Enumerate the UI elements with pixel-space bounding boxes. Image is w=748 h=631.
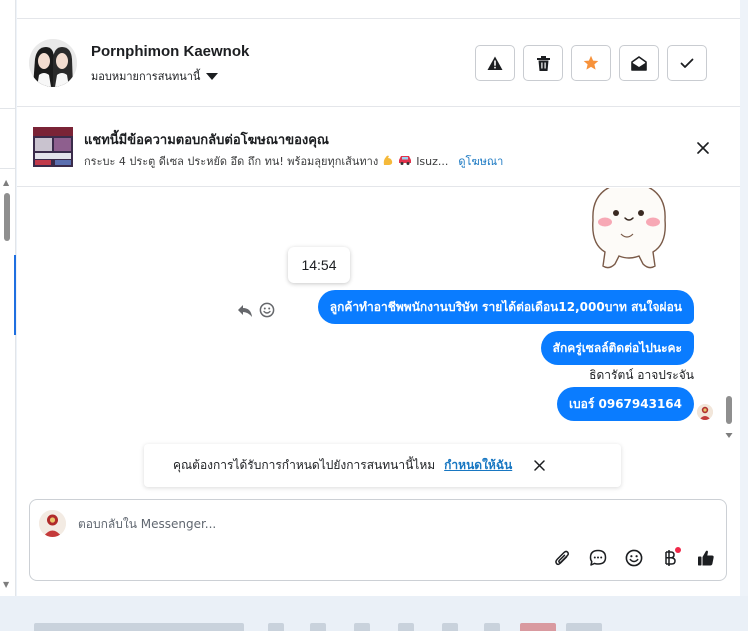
message-bubble[interactable]: เบอร์ 0967943164 [556,387,694,421]
taskbar-item[interactable] [520,623,556,631]
divider [0,108,16,109]
message-actions [237,302,275,322]
paperclip-icon [555,550,570,566]
trash-icon [536,55,550,71]
delete-button[interactable] [523,45,563,81]
assign-prompt: คุณต้องการได้รับการกำหนดไปยังการสนทนานี้… [144,444,621,487]
agent-avatar [39,510,66,537]
message-thread[interactable]: 14:54 ลูกค้าทำอาชีพพนักงานบริษัท รายได้ต… [17,188,740,495]
notification-dot [675,547,681,553]
assign-to-me-link[interactable]: กำหนดให้ฉัน [444,456,512,475]
taskbar-item[interactable] [268,623,284,631]
divider [0,168,16,169]
reply-composer [29,499,727,581]
payment-button[interactable] [657,545,683,571]
message-bubble[interactable]: สักครู่เซลล์ติดต่อไปนะคะ [540,331,694,365]
os-taskbar [0,596,748,631]
star-icon [583,55,599,70]
taskbar-item[interactable] [484,623,500,631]
timestamp-tooltip: 14:54 [288,247,350,283]
taskbar-item[interactable] [354,623,370,631]
close-banner-button[interactable] [693,138,713,158]
left-panel-edge: ▲ ▼ [0,0,16,596]
emoji-button[interactable] [621,545,647,571]
mark-unread-button[interactable] [619,45,659,81]
flexed-biceps-icon [382,154,394,169]
ad-title: แชทนี้มีข้อความตอบกลับต่อโฆษณาของคุณ [84,133,329,148]
saved-replies-button[interactable] [585,545,611,571]
check-icon [680,58,694,68]
contact-avatar[interactable] [29,39,77,87]
close-prompt-button[interactable] [530,457,548,475]
ad-reply-banner: แชทนี้มีข้อความตอบกลับต่อโฆษณาของคุณ กระ… [17,108,740,187]
sender-name: ธิดารัตน์ อาจประจัน [589,368,694,382]
done-button[interactable] [667,45,707,81]
conversation-panel: Pornphimon Kaewnok มอบหมายการสนทนานี้ แช… [17,0,740,596]
message-bubble[interactable]: ลูกค้าทำอาชีพพนักงานบริษัท รายได้ต่อเดือ… [317,290,694,324]
like-button[interactable] [693,545,719,571]
contact-name: Pornphimon Kaewnok [91,43,250,60]
taskbar-item[interactable] [310,623,326,631]
ad-description-tail: Isuz... [416,154,449,168]
ad-thumbnail[interactable] [33,127,73,167]
assign-conversation-dropdown[interactable]: มอบหมายการสนทนานี้ [91,67,219,85]
react-icon[interactable] [259,302,275,322]
selection-indicator [14,255,16,335]
star-button[interactable] [571,45,611,81]
warning-icon [487,56,503,70]
ad-description-text: กระบะ 4 ประตู ดีเซล ประหยัด อึด ถึก ทน! … [84,155,379,168]
bear-sticker [583,188,675,272]
taskbar-item[interactable] [34,623,244,631]
taskbar-item[interactable] [442,623,458,631]
conversation-header: Pornphimon Kaewnok มอบหมายการสนทนานี้ [17,19,740,107]
spam-button[interactable] [475,45,515,81]
assign-prompt-text: คุณต้องการได้รับการกำหนดไปยังการสนทนานี้… [173,458,436,472]
car-icon [398,154,412,168]
scroll-up-arrow[interactable]: ▲ [3,178,9,187]
close-icon [533,460,545,471]
close-icon [697,142,709,154]
caret-down-icon [206,72,219,80]
reply-input[interactable] [78,513,678,535]
read-receipt-avatar [697,404,713,420]
envelope-open-icon [631,55,647,71]
ad-description: กระบะ 4 ประตู ดีเซล ประหยัด อึด ถึก ทน! … [84,152,503,170]
view-ad-link[interactable]: ดูโฆษณา [458,152,503,170]
composer-toolbar [549,545,719,571]
thumbs-up-icon [698,550,714,566]
reply-icon[interactable] [237,303,253,322]
taskbar-item[interactable] [398,623,414,631]
emoji-icon [625,549,643,567]
thread-scrollbar[interactable] [723,384,735,440]
saved-reply-icon [589,549,607,566]
taskbar-item[interactable] [566,623,602,631]
scrollbar-thumb[interactable] [4,193,10,241]
assign-label: มอบหมายการสนทนานี้ [91,70,201,83]
attach-button[interactable] [549,545,575,571]
scroll-down-arrow[interactable]: ▼ [3,580,9,589]
